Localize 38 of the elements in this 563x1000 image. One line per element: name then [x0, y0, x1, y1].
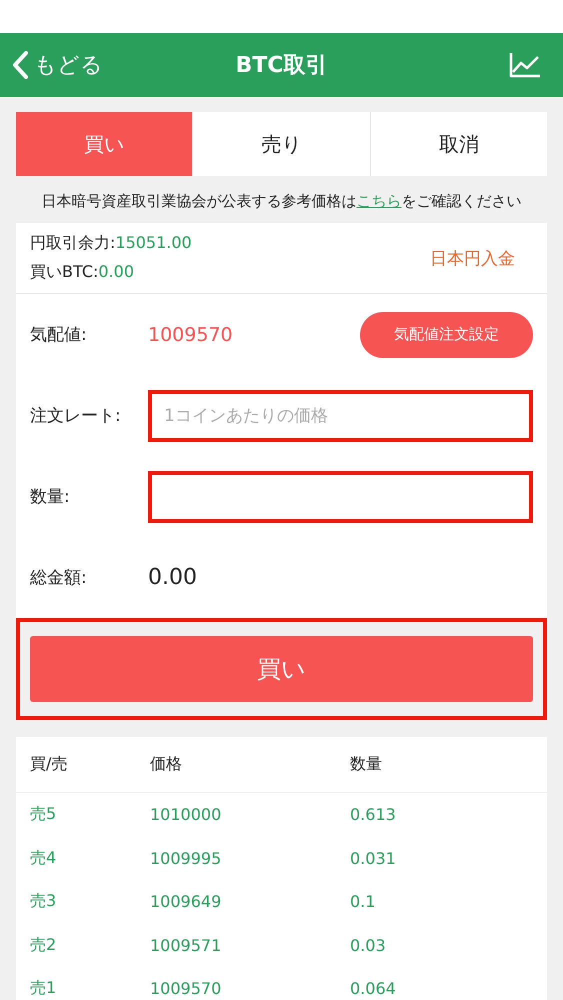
rate-input-field[interactable]: 1コインあたりの価格: [148, 390, 533, 442]
chevron-left-icon: [12, 51, 28, 79]
table-cell-text: 0.064: [350, 979, 397, 998]
btc-balance-text: 買いBTC:0.00: [30, 262, 135, 283]
back-button[interactable]: もどる: [0, 49, 109, 81]
table-cell-text: 0.613: [350, 805, 397, 824]
page-title: BTC取引: [236, 53, 328, 78]
table-cell-text: 売3: [30, 891, 58, 912]
line-chart-icon[interactable]: [509, 52, 541, 78]
table-cell-text: 1009995: [150, 848, 222, 868]
notice-text: 日本暗号資産取引業協会が公表する参考価格はこちら をご確認ください: [40, 191, 522, 212]
table-cell-text: 売1: [30, 978, 58, 1000]
table-cell-text: 0.03: [350, 936, 387, 955]
total-value: 0.00: [148, 565, 197, 590]
field-label: 気配値:: [30, 324, 88, 346]
table-cell-text: 1009649: [150, 892, 222, 912]
reference-price-link[interactable]: こちら: [356, 192, 402, 210]
tab[interactable]: 買い: [16, 112, 192, 176]
table-cell-text: 1009570: [150, 979, 222, 998]
quote-order-button[interactable]: 気配値注文設定: [360, 312, 533, 358]
table-cell-text: 0.1: [350, 892, 376, 912]
deposit-link[interactable]: 日本円入金: [424, 246, 521, 270]
field-label: 注文レート:: [30, 405, 122, 427]
table-cell-text: 1010000: [150, 805, 222, 824]
table-cell-text: 売4: [30, 848, 58, 869]
table-cell-text: 0.031: [350, 848, 397, 868]
buy-button[interactable]: 買い: [30, 636, 533, 702]
column-header: 買/売: [30, 754, 68, 775]
field-label: 数量:: [30, 486, 71, 508]
table-cell-text: 1009571: [150, 936, 222, 955]
column-header: 数量: [350, 754, 383, 775]
amount-input-field[interactable]: [148, 470, 533, 522]
table-cell-text: 売2: [30, 934, 58, 956]
quote-value: 1009570: [148, 324, 233, 346]
column-header: 価格: [150, 754, 183, 775]
table-cell-text: 売5: [30, 804, 58, 826]
yen-balance-text: 円取引余力:15051.00: [30, 233, 192, 254]
field-label: 総金額:: [30, 567, 88, 589]
